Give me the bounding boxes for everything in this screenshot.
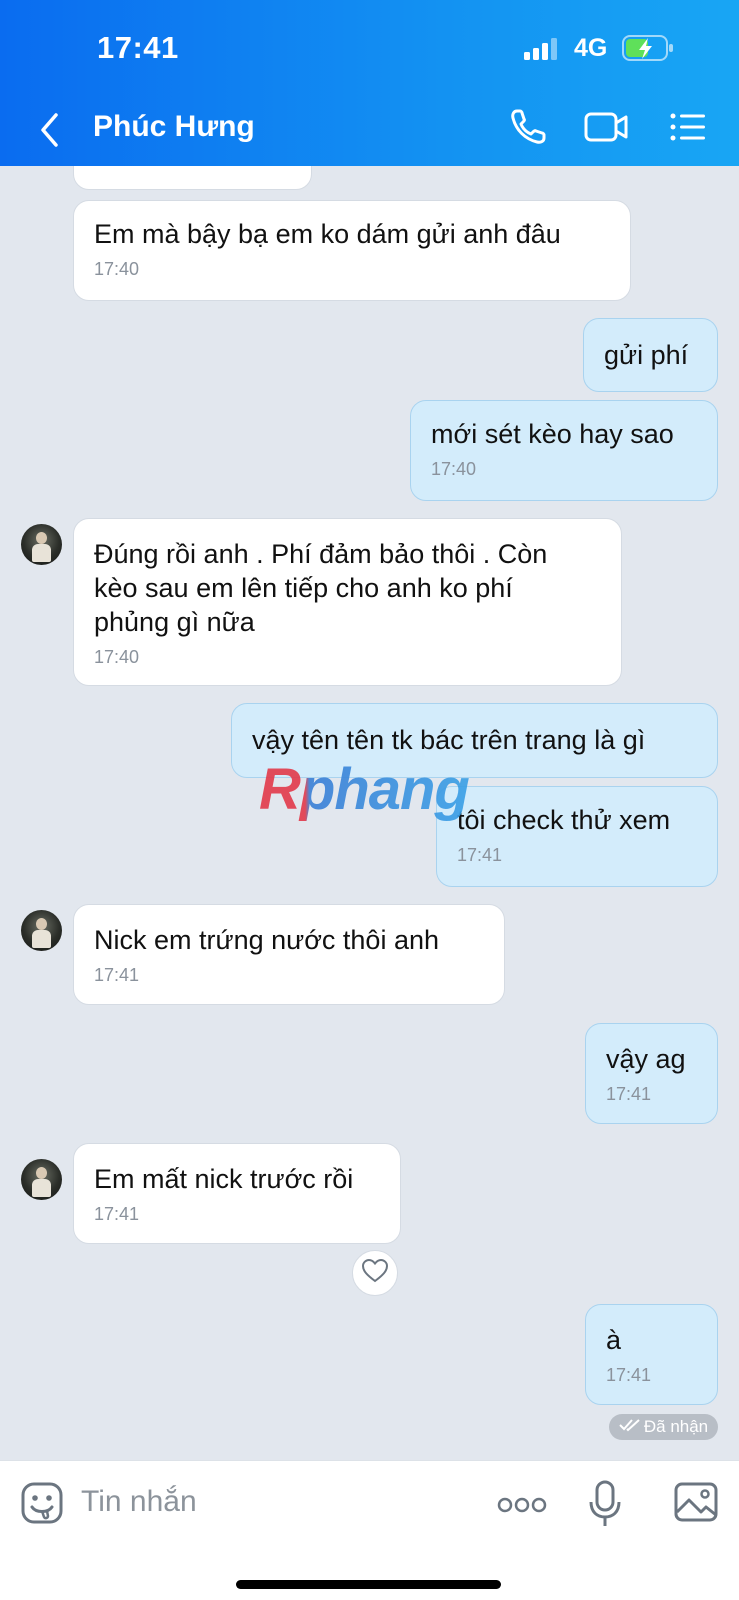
double-check-icon <box>619 1417 641 1437</box>
message-text: gửi phí <box>604 340 689 370</box>
phone-icon[interactable] <box>509 108 547 151</box>
gallery-icon[interactable] <box>673 1481 719 1528</box>
contact-name[interactable]: Phúc Hưng <box>93 110 255 144</box>
message-time: 17:41 <box>94 1204 140 1224</box>
message-bubble-outgoing[interactable]: mới sét kèo hay sao 17:40 <box>410 400 718 501</box>
message-text: à <box>606 1325 622 1355</box>
message-text: Em mà bậy bạ em ko dám gửi anh đâu <box>94 219 561 249</box>
video-call-icon[interactable] <box>584 108 628 151</box>
message-bubble-partial[interactable] <box>73 166 312 190</box>
mic-icon[interactable] <box>588 1479 622 1534</box>
menu-list-icon[interactable] <box>669 108 707 151</box>
signal-icon <box>524 38 560 65</box>
message-text: tôi check thử xem <box>457 805 671 835</box>
message-time: 17:40 <box>94 647 140 667</box>
message-bubble-outgoing[interactable]: tôi check thử xem 17:41 <box>436 786 718 887</box>
message-time: 17:41 <box>457 845 503 865</box>
message-time: 17:41 <box>606 1084 652 1104</box>
home-indicator <box>236 1580 501 1589</box>
more-icon[interactable] <box>497 1497 547 1518</box>
message-bubble-incoming[interactable]: Nick em trứng nước thôi anh 17:41 <box>73 904 505 1005</box>
message-input[interactable]: Tin nhắn <box>81 1485 197 1519</box>
message-time: 17:41 <box>606 1365 652 1385</box>
received-status-text: Đã nhận <box>643 1417 709 1436</box>
react-heart-button[interactable] <box>352 1250 398 1296</box>
message-time: 17:40 <box>431 459 477 479</box>
message-text: Nick em trứng nước thôi anh <box>94 925 439 955</box>
message-text: vậy ag <box>606 1044 686 1074</box>
message-time: 17:41 <box>94 965 140 985</box>
emoji-icon[interactable] <box>20 1481 64 1530</box>
message-text: Em mất nick trước rồi <box>94 1164 354 1194</box>
message-bubble-incoming[interactable]: Em mà bậy bạ em ko dám gửi anh đâu 17:40 <box>73 200 631 301</box>
back-icon[interactable] <box>36 112 66 148</box>
message-time: 17:40 <box>94 259 140 279</box>
message-text: vậy tên tên tk bác trên trang là gì <box>252 725 646 755</box>
message-composer: Tin nhắn <box>0 1460 739 1600</box>
message-bubble-outgoing[interactable]: à 17:41 <box>585 1304 718 1405</box>
avatar[interactable] <box>21 524 62 565</box>
message-bubble-outgoing[interactable]: vậy ag 17:41 <box>585 1023 718 1124</box>
network-type: 4G <box>574 34 608 62</box>
message-text: Đúng rồi anh . Phí đảm bảo thôi . Còn kè… <box>94 539 548 637</box>
battery-icon <box>622 34 674 67</box>
heart-icon <box>361 1258 389 1288</box>
message-text: mới sét kèo hay sao <box>431 419 674 449</box>
message-bubble-outgoing[interactable]: gửi phí <box>583 318 718 392</box>
message-bubble-incoming[interactable]: Đúng rồi anh . Phí đảm bảo thôi . Còn kè… <box>73 518 622 686</box>
avatar[interactable] <box>21 1159 62 1200</box>
message-list[interactable]: Em mà bậy bạ em ko dám gửi anh đâu 17:40… <box>0 166 739 1460</box>
watermark-logo: Rphang <box>259 757 470 822</box>
status-time: 17:41 <box>97 30 179 65</box>
message-bubble-incoming[interactable]: Em mất nick trước rồi 17:41 <box>73 1143 401 1244</box>
received-status-badge: Đã nhận <box>609 1414 718 1440</box>
chat-header: 17:41 4G Phúc Hưng <box>0 0 739 166</box>
avatar[interactable] <box>21 910 62 951</box>
